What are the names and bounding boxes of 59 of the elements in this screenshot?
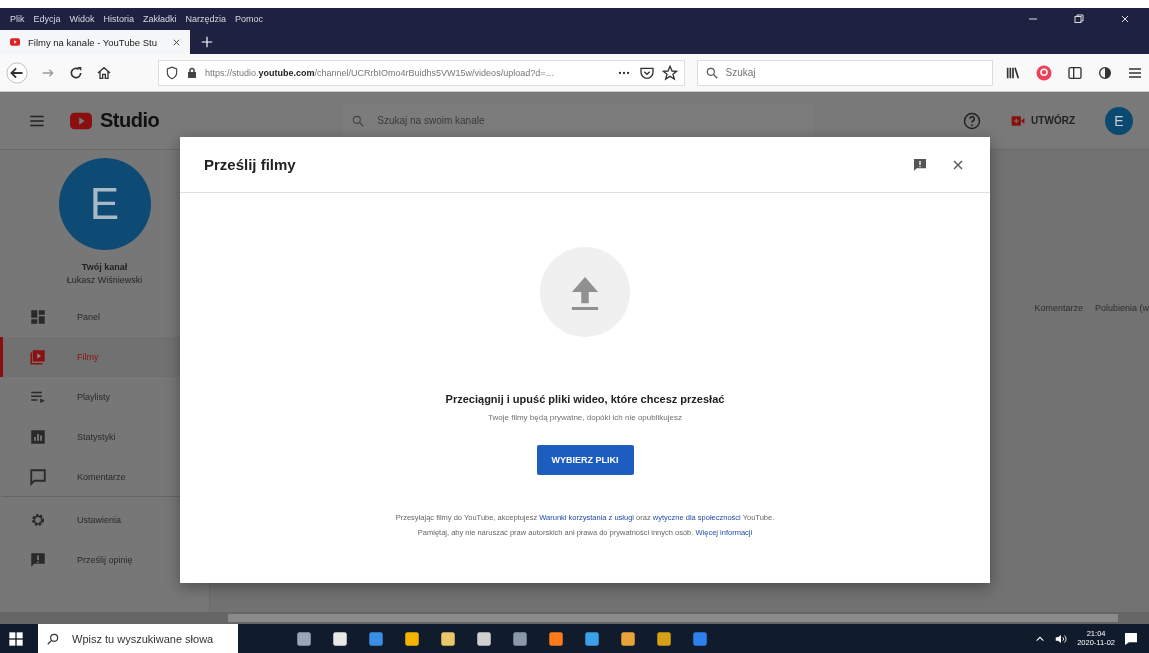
dialog-title: Prześlij filmy <box>204 156 297 173</box>
app-icon[interactable] <box>582 629 601 648</box>
star-icon[interactable] <box>661 64 678 81</box>
channel-avatar[interactable]: E <box>58 158 151 250</box>
scrollbar[interactable] <box>228 614 1118 622</box>
app-icon[interactable] <box>546 629 565 648</box>
search-field[interactable]: Wpisz tu wyszukiwane słowa <box>38 624 238 653</box>
sidebar-icon[interactable] <box>1067 64 1083 81</box>
app-icon[interactable] <box>438 629 457 648</box>
logo-text: Studio <box>100 109 160 132</box>
create-button[interactable]: UTWÓRZ <box>1005 109 1081 132</box>
upload-icon[interactable] <box>540 247 630 337</box>
search-icon <box>46 631 60 646</box>
help-icon[interactable] <box>963 111 982 130</box>
reload-icon[interactable] <box>68 64 84 81</box>
app-icon[interactable] <box>618 629 637 648</box>
app-icon[interactable] <box>330 629 349 648</box>
search-icon <box>351 113 366 128</box>
upload-heading: Przeciągnij i upuść pliki wideo, które chcesz przesłać <box>445 393 725 405</box>
windows-icon[interactable] <box>8 630 24 647</box>
address-bar[interactable]: https://studio.youtube.com/channel/UCRrbIOmo4rBuidhs5VW15w/videos/upload?d=… <box>158 59 685 86</box>
library-icon[interactable] <box>1005 64 1021 81</box>
app-icon[interactable] <box>510 629 529 648</box>
menu-item[interactable]: Plik <box>10 14 25 24</box>
dashboard-icon <box>29 308 47 326</box>
settings-icon <box>29 511 47 529</box>
avatar[interactable]: E <box>1105 106 1133 135</box>
app-icon[interactable] <box>294 629 313 648</box>
app-icon[interactable] <box>402 629 421 648</box>
menu-item[interactable]: Widok <box>69 14 95 24</box>
video-plus-icon <box>1011 113 1026 128</box>
menu-item[interactable]: Edycja <box>33 14 61 24</box>
video-logo-icon <box>8 37 22 47</box>
back-icon[interactable] <box>6 61 28 84</box>
app-icon[interactable] <box>474 629 493 648</box>
close-icon[interactable] <box>1119 13 1131 25</box>
video-icon <box>29 348 47 366</box>
channel-name: Łukasz Wiśniewski <box>66 275 143 285</box>
channel-label: Twój kanał <box>81 262 128 272</box>
select-files-button[interactable]: WYBIERZ PLIKI <box>536 445 634 475</box>
lock-icon <box>186 66 198 79</box>
url-text: https://studio.youtube.com/channel/UCRrbIOmo4rBuidhs5VW15w/videos/upload?d=… <box>205 67 556 78</box>
feedback-icon[interactable] <box>912 156 928 173</box>
search-icon <box>704 65 719 80</box>
menu-item[interactable]: Pomoc <box>235 14 264 24</box>
restore-icon[interactable] <box>1073 13 1085 25</box>
menu-item[interactable]: Narzędzia <box>185 14 227 24</box>
app-icon[interactable] <box>654 629 673 648</box>
comment-icon <box>29 467 47 486</box>
browser-tab[interactable]: Filmy na kanale - YouTube Stu <box>0 30 190 54</box>
upload-subtext: Twoje filmy będą prywatne, dopóki ich nie opublikujesz <box>488 413 682 422</box>
chart-icon <box>29 428 47 446</box>
feedback-icon <box>29 551 47 569</box>
notification-icon[interactable] <box>1123 630 1139 647</box>
menu-item[interactable]: Historia <box>103 14 135 24</box>
menu-item[interactable]: Zakładki <box>143 14 177 24</box>
shield-icon <box>165 65 179 80</box>
home-icon[interactable] <box>96 64 112 81</box>
plus-icon[interactable] <box>200 35 214 49</box>
